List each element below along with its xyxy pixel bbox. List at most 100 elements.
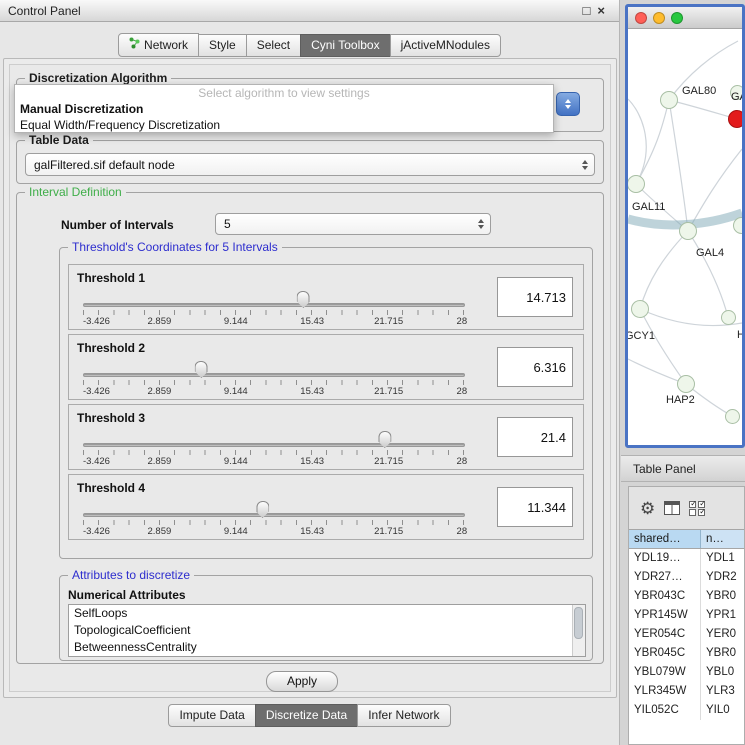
table-cell[interactable]: YPR1 xyxy=(701,606,744,625)
table-cell[interactable]: YBL0 xyxy=(701,663,744,682)
table-cell[interactable]: YIL0 xyxy=(701,701,744,720)
threshold-value-field[interactable]: 21.4 xyxy=(497,417,573,457)
scale-label: 9.144 xyxy=(224,386,248,397)
bottom-tab[interactable]: Impute Data xyxy=(168,704,255,727)
network-node-label: GAL80 xyxy=(682,85,716,97)
scale-label: 15.43 xyxy=(300,456,324,467)
arrow-down-icon xyxy=(565,105,571,109)
apply-button[interactable]: Apply xyxy=(266,671,338,692)
scale-label: -3.426 xyxy=(83,526,110,537)
top-tab[interactable]: Network xyxy=(118,33,199,57)
table-data-group: Table Data galFiltered.sif default node xyxy=(16,140,604,184)
scale-label: 15.43 xyxy=(300,386,324,397)
attribute-list-item[interactable]: TopologicalCoefficient xyxy=(69,622,585,639)
table-row[interactable]: YBL079W YBL0 xyxy=(629,663,744,682)
window-title: Control Panel xyxy=(8,4,81,18)
table-cell[interactable]: YIL052C xyxy=(629,701,701,720)
slider-thumb[interactable] xyxy=(256,501,269,518)
attributes-scrollbar[interactable] xyxy=(572,605,585,656)
top-tab[interactable]: jActiveMNodules xyxy=(390,34,501,57)
threshold-label: Threshold 1 xyxy=(77,271,145,285)
network-node[interactable] xyxy=(679,222,697,240)
table-row[interactable]: YER054C YER0 xyxy=(629,625,744,644)
network-node[interactable] xyxy=(660,91,678,109)
network-node[interactable] xyxy=(725,409,740,424)
slider-thumb[interactable] xyxy=(195,361,208,378)
table-cell[interactable]: YBR0 xyxy=(701,644,744,663)
table-row[interactable]: YBR043C YBR0 xyxy=(629,587,744,606)
mac-close-button[interactable] xyxy=(635,12,647,24)
table-row[interactable]: YDR27… YDR2 xyxy=(629,568,744,587)
table-cell[interactable]: YDR2 xyxy=(701,568,744,587)
dropdown-placeholder: Select algorithm to view settings xyxy=(15,85,553,101)
table-cell[interactable]: YLR345W xyxy=(629,682,701,701)
table-cell[interactable]: YER0 xyxy=(701,625,744,644)
table-row[interactable]: YDL19… YDL1 xyxy=(629,549,744,568)
threshold-slider[interactable]: -3.426 2.859 9.144 15.43 21.715 28 xyxy=(79,359,469,399)
slider-thumb[interactable] xyxy=(297,291,310,308)
top-tab[interactable]: Style xyxy=(198,34,247,57)
top-tab-label: Select xyxy=(257,38,290,52)
network-canvas[interactable]: GAL80 GA GAL11 GAL4 GCY1 H HAP2 xyxy=(628,29,742,445)
minimize-icon[interactable]: □ xyxy=(583,4,591,17)
table-row[interactable]: YLR345W YLR3 xyxy=(629,682,744,701)
threshold-slider[interactable]: -3.426 2.859 9.144 15.43 21.715 28 xyxy=(79,429,469,469)
scale-label: 2.859 xyxy=(148,526,172,537)
table-row[interactable]: YIL052C YIL0 xyxy=(629,701,744,720)
threshold-slider[interactable]: -3.426 2.859 9.144 15.43 21.715 28 xyxy=(79,289,469,329)
scale-label: 28 xyxy=(457,386,468,397)
table-row[interactable]: YPR145W YPR1 xyxy=(629,606,744,625)
scale-label: 21.715 xyxy=(374,456,403,467)
algorithm-combo-button[interactable] xyxy=(556,92,580,116)
threshold-value-field[interactable]: 6.316 xyxy=(497,347,573,387)
table-cell[interactable]: YPR145W xyxy=(629,606,701,625)
network-node[interactable] xyxy=(728,110,742,128)
scale-label: 9.144 xyxy=(224,316,248,327)
column-header-name[interactable]: n… xyxy=(701,530,744,548)
mac-zoom-button[interactable] xyxy=(671,12,683,24)
table-cell[interactable]: YBR045C xyxy=(629,644,701,663)
bottom-tab[interactable]: Discretize Data xyxy=(255,704,358,727)
table-row[interactable]: YBR045C YBR0 xyxy=(629,644,744,663)
close-icon[interactable]: × xyxy=(597,4,605,17)
table-columns-icon[interactable] xyxy=(664,501,680,515)
network-node-label: GAL11 xyxy=(632,201,665,213)
table-cell[interactable]: YBL079W xyxy=(629,663,701,682)
slider-ticks xyxy=(83,380,465,385)
slider-scale-labels: -3.426 2.859 9.144 15.43 21.715 28 xyxy=(83,526,465,537)
table-cell[interactable]: YLR3 xyxy=(701,682,744,701)
threshold-value-field[interactable]: 11.344 xyxy=(497,487,573,527)
table-data-combo[interactable]: galFiltered.sif default node xyxy=(25,153,595,176)
table-cell[interactable]: YER054C xyxy=(629,625,701,644)
table-cell[interactable]: YDL1 xyxy=(701,549,744,568)
network-node[interactable] xyxy=(631,300,649,318)
scale-label: 21.715 xyxy=(374,316,403,327)
attribute-list-item[interactable]: BetweennessCentrality xyxy=(69,639,585,656)
checkbox-icons[interactable] xyxy=(689,501,705,516)
threshold-slider[interactable]: -3.426 2.859 9.144 15.43 21.715 28 xyxy=(79,499,469,539)
slider-ticks xyxy=(83,310,465,315)
slider-thumb[interactable] xyxy=(378,431,391,448)
table-cell[interactable]: YDL19… xyxy=(629,549,701,568)
threshold-value-field[interactable]: 14.713 xyxy=(497,277,573,317)
dropdown-option[interactable]: Manual Discretization xyxy=(15,101,553,117)
network-node[interactable] xyxy=(721,310,736,325)
top-tab[interactable]: Select xyxy=(246,34,301,57)
table-cell[interactable]: YBR0 xyxy=(701,587,744,606)
column-header-shared-name[interactable]: shared… xyxy=(629,530,701,548)
network-node[interactable] xyxy=(677,375,695,393)
network-icon xyxy=(129,37,140,52)
bottom-tab[interactable]: Infer Network xyxy=(357,704,450,727)
attribute-list-item[interactable]: SelfLoops xyxy=(69,605,585,622)
scale-label: 9.144 xyxy=(224,456,248,467)
table-cell[interactable]: YDR27… xyxy=(629,568,701,587)
mac-minimize-button[interactable] xyxy=(653,12,665,24)
number-of-intervals-combo[interactable]: 5 xyxy=(215,213,491,235)
dropdown-option[interactable]: Equal Width/Frequency Discretization xyxy=(15,117,553,133)
table-cell[interactable]: YBR043C xyxy=(629,587,701,606)
gear-icon[interactable]: ⚙ xyxy=(640,500,655,517)
top-tab[interactable]: Cyni Toolbox xyxy=(300,34,390,57)
scrollbar-thumb[interactable] xyxy=(574,607,583,639)
network-node-label: H xyxy=(737,329,742,341)
bottom-tab-label: Discretize Data xyxy=(266,708,347,722)
